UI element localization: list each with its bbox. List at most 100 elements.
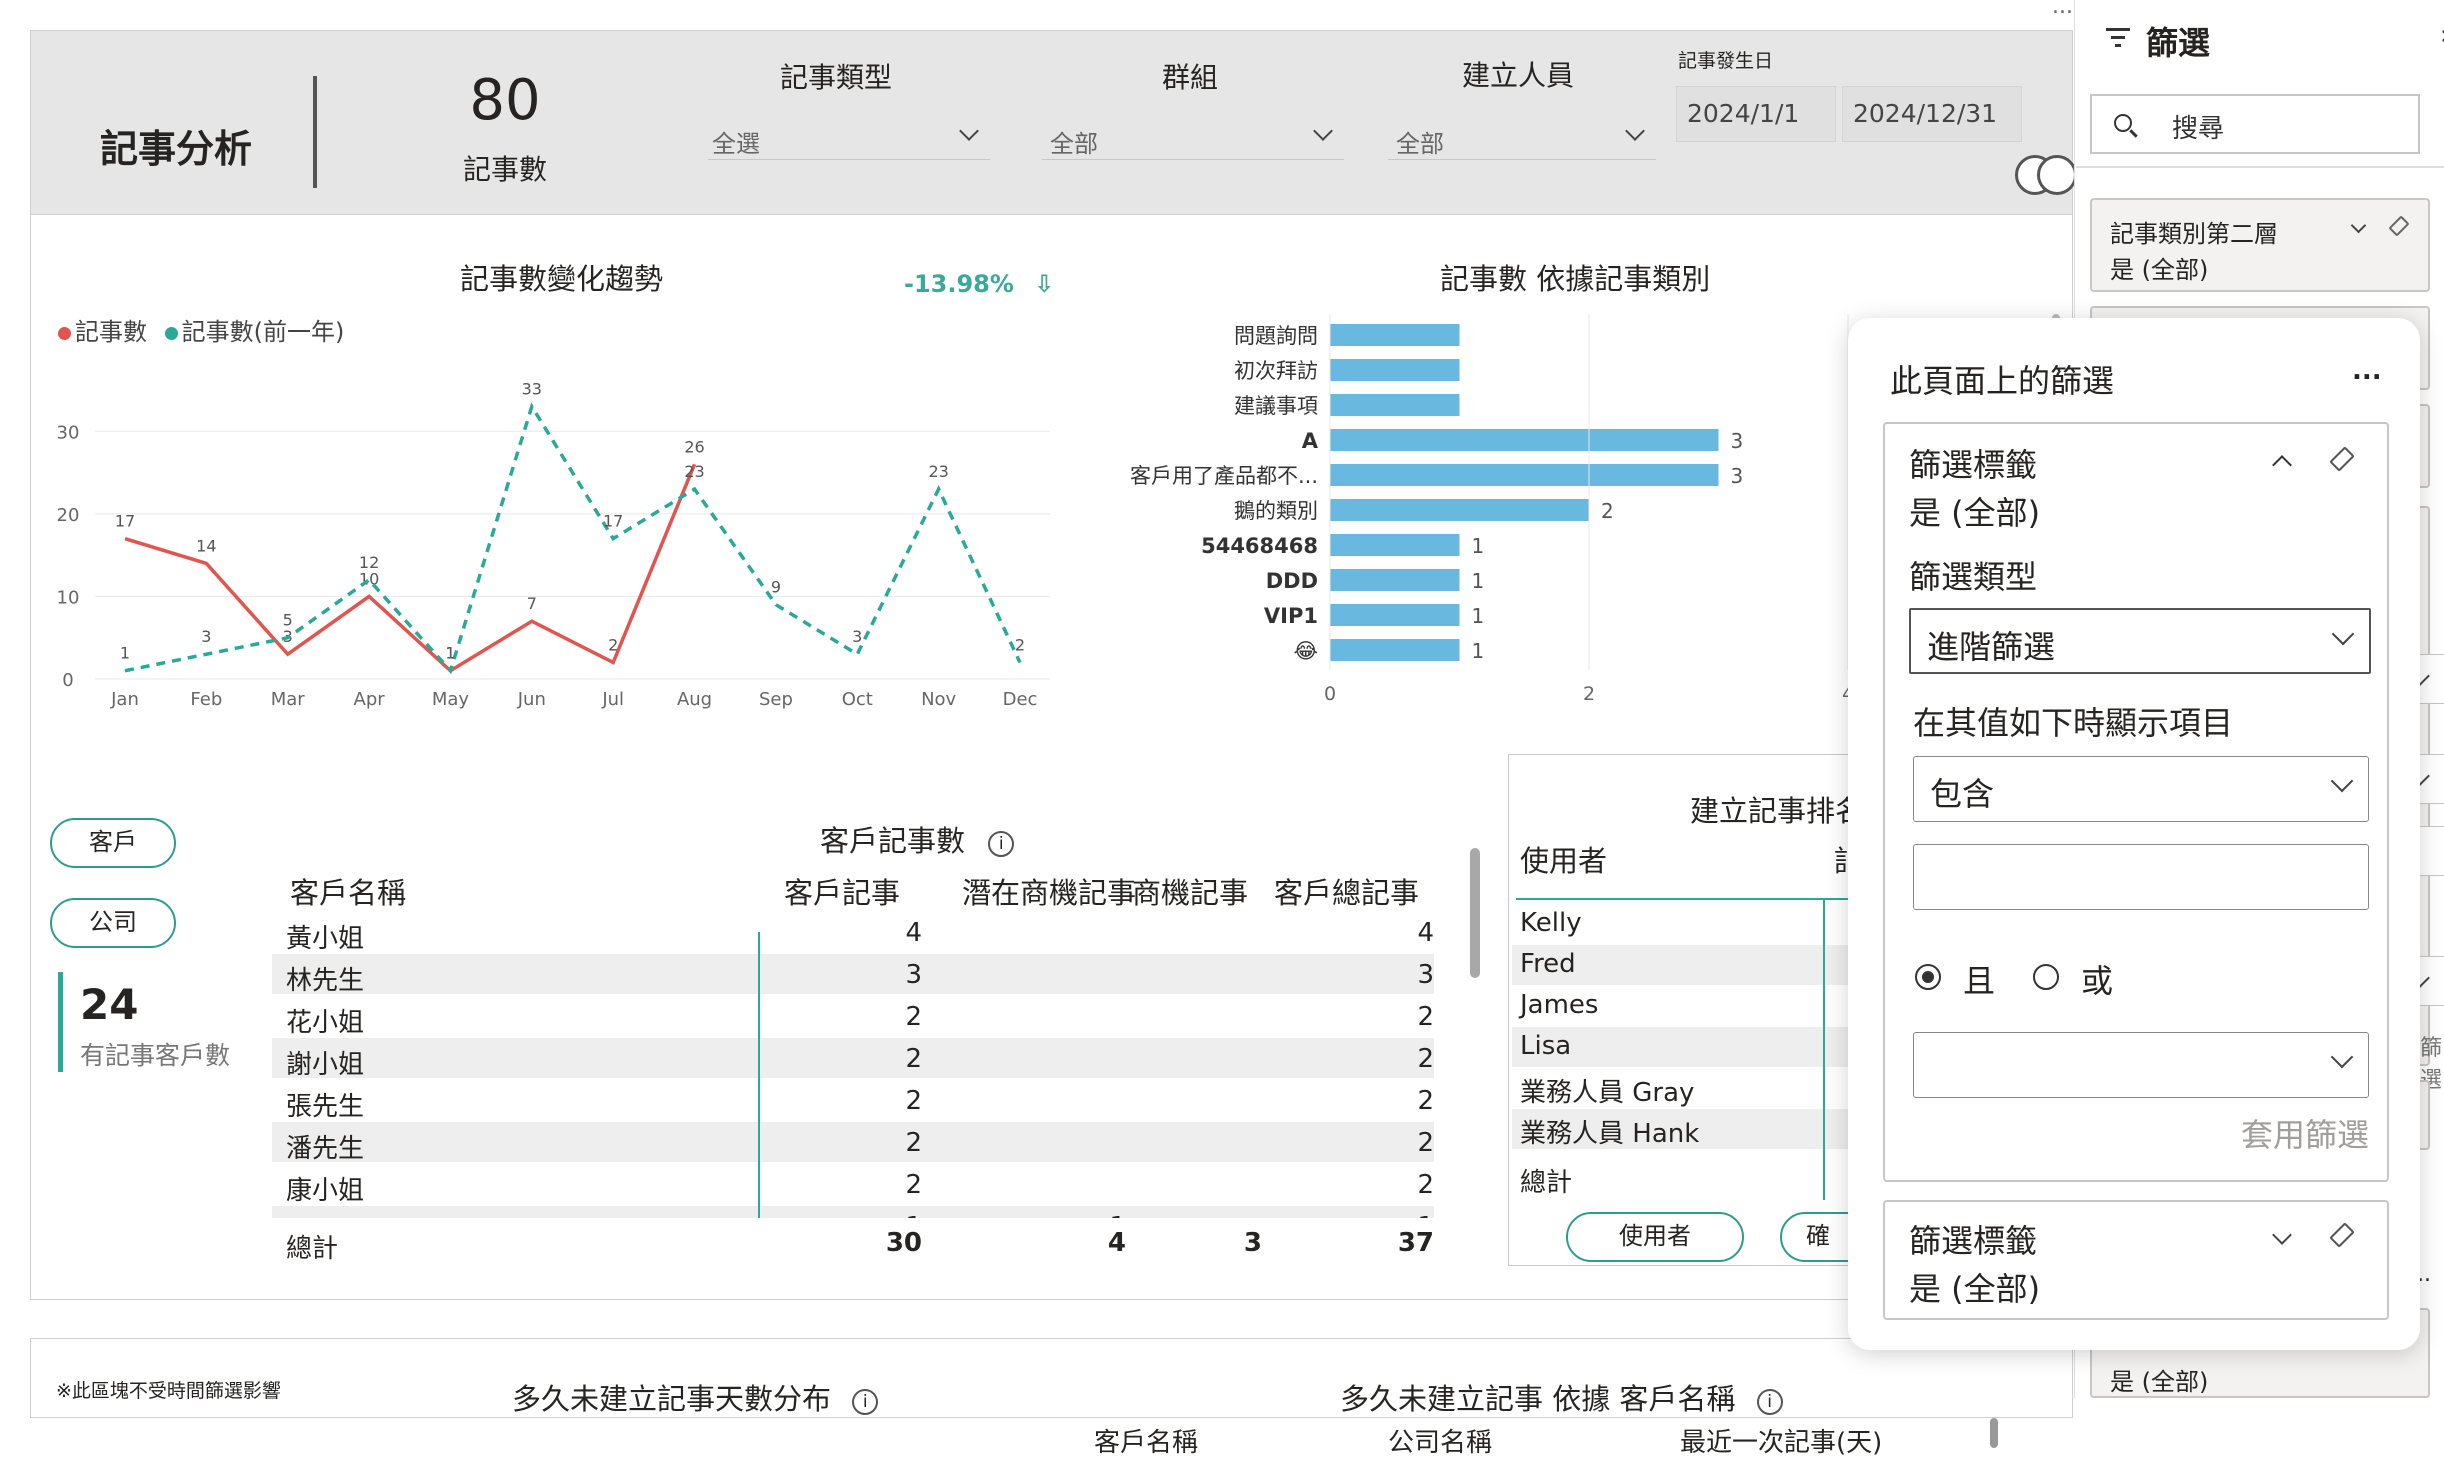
col-customer-notes[interactable]: 客戶記事 [784,870,900,912]
creator-divider [1823,900,1825,1200]
and-radio[interactable] [1915,964,1941,990]
table-row[interactable]: 康小姐 2 2 [272,1164,1434,1206]
company-button[interactable]: 公司 [50,898,176,948]
customer-kpi-bar [58,972,63,1072]
x-tick-label: 2 [1583,683,1595,705]
col-customer-name[interactable]: 客戶名稱 [290,870,406,912]
chevron-up-icon[interactable] [2272,455,2292,475]
operator-value: 包含 [1930,775,1995,813]
collapse-pane-icon[interactable]: » [2440,18,2444,51]
operator-dropdown[interactable]: 包含 [1913,756,2369,822]
user-button[interactable]: 使用者 [1566,1212,1744,1262]
filter-tag-value: 是 (全部) [1909,1270,2041,1308]
chevron-down-icon[interactable] [2272,1225,2292,1245]
customer-button[interactable]: 客戶 [50,818,176,868]
date-start-value: 2024/1/1 [1687,99,1800,128]
x-tick-label: Oct [842,689,873,710]
eraser-icon[interactable] [2329,446,2355,472]
bar[interactable] [1330,569,1460,591]
y-tick-label: 30 [57,422,80,443]
total-potential-notes: 4 [1107,1228,1126,1258]
creator-col-user[interactable]: 使用者 [1520,838,1607,880]
table-cell: 3 [1417,960,1434,990]
radio-selected-dot [1922,971,1934,983]
table-row[interactable]: 謝小姐 2 2 [272,1038,1434,1080]
creator-name: Fred [1520,949,1576,979]
table-cell: 謝小姐 [286,1050,365,1080]
or-radio[interactable] [2033,964,2059,990]
bottom-title-2: 多久未建立記事 依據 客戶名稱 i [1340,1376,1783,1418]
eraser-icon[interactable] [2329,1222,2355,1248]
data-label: 17 [603,512,623,531]
data-label: 14 [196,536,216,555]
bar[interactable] [1330,359,1460,381]
customer-table-scrollbar[interactable] [1470,848,1480,978]
bar-value-label: 2 [1601,499,1614,523]
bar-value-label: 1 [1472,534,1485,558]
popup-title: 此頁面上的篩選 [1890,362,2115,400]
info-icon[interactable]: i [1756,1389,1783,1415]
x-tick-label: May [432,689,470,710]
bar[interactable] [1330,394,1460,416]
info-icon[interactable]: i [852,1389,879,1415]
bottom-title-1-text: 多久未建立記事天數分布 [512,1382,832,1416]
date-end-input[interactable]: 2024/12/31 [1842,86,2022,142]
table-row[interactable]: 林先生 3 3 [272,954,1434,996]
chevron-down-icon [2330,1045,2354,1069]
bottom-title-2-text: 多久未建立記事 依據 客戶名稱 [1340,1382,1736,1416]
customer-button-label: 客戶 [89,828,137,856]
filter-card-category2[interactable]: 記事類別第二層 是 (全部) [2090,198,2430,292]
x-tick-label: Dec [1003,689,1038,710]
bottom-scrollbar[interactable] [1990,1418,1998,1448]
more-options-icon[interactable]: ... [2052,0,2073,19]
table-row[interactable]: 黃小姐 4 4 [272,912,1434,954]
x-tick-label: Nov [921,689,956,710]
bar[interactable] [1330,499,1589,521]
slider-handle-end[interactable] [2037,155,2077,195]
filter-value-input[interactable] [1913,844,2369,910]
bar[interactable] [1330,534,1460,556]
filter-icon [2106,28,2130,48]
operator2-dropdown[interactable] [1913,1032,2369,1098]
apply-filter-button[interactable]: 套用篩選 [2241,1110,2369,1156]
chevron-down-icon[interactable] [2350,217,2367,234]
chevron-down-icon [1625,121,1645,141]
date-range-slider[interactable] [2015,155,2077,195]
eraser-icon[interactable] [2388,215,2410,237]
bar[interactable] [1330,324,1460,346]
table-row[interactable]: 花小姐 2 2 [272,996,1434,1038]
x-tick-label: Jun [517,689,546,710]
info-icon[interactable]: i [988,831,1015,857]
or-label: 或 [2081,962,2114,1000]
table-cell: 2 [905,1170,922,1200]
filter-card-collapsed[interactable]: 篩選標籤 是 (全部) [1883,1200,2389,1320]
bottom-note: ※此區塊不受時間篩選影響 [56,1380,281,1402]
chevron-down-icon [1313,121,1333,141]
category-label: 54468468 [1201,534,1318,558]
bar[interactable] [1330,429,1719,451]
filter-pane-title: 篩選 [2146,24,2211,62]
bottom-col-days: 最近一次記事(天) [1680,1428,1883,1458]
table-cell: 花小姐 [286,1008,365,1038]
bar-value-label: 1 [1472,639,1485,663]
filter-card-title: 記事類別第二層 [2110,220,2278,248]
filter-type-dropdown[interactable]: 進階篩選 [1909,608,2371,674]
table-row[interactable]: 潘先生 2 2 [272,1122,1434,1164]
bar[interactable] [1330,464,1719,486]
bar[interactable] [1330,639,1460,661]
data-label: 17 [115,512,135,531]
data-label: 9 [771,578,781,597]
slicer-creator-dropdown[interactable]: 全部 [1388,116,1656,160]
popup-more-icon[interactable]: ... [2352,356,2382,386]
col-potential-notes[interactable]: 潛在商機記事 [962,870,1136,912]
date-start-input[interactable]: 2024/1/1 [1676,86,1836,142]
bar[interactable] [1330,604,1460,626]
table-cell: 2 [1417,1086,1434,1116]
pane-divider [2076,166,2444,168]
table-row[interactable]: 張先生 2 2 [272,1080,1434,1122]
table-cell: 3 [905,960,922,990]
x-tick-label: 0 [1324,683,1336,705]
col-opportunity-notes[interactable]: 商機記事 [1132,870,1248,912]
filter-search-box[interactable]: 搜尋 [2090,94,2420,154]
search-placeholder: 搜尋 [2172,114,2225,144]
